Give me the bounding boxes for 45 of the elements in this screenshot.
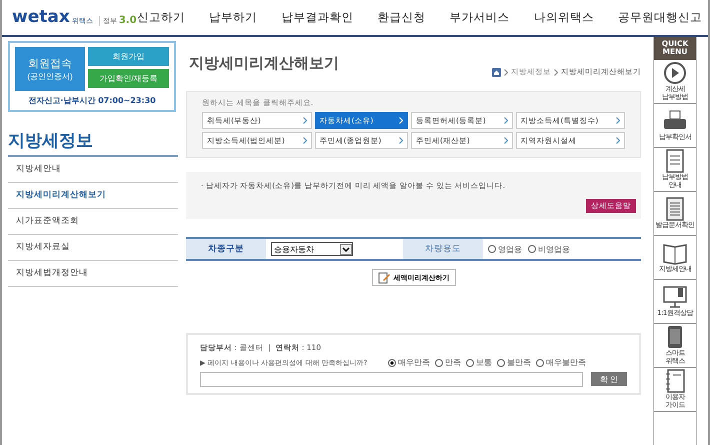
chevron-icon xyxy=(616,117,620,124)
rating-radio[interactable]: 불만족 xyxy=(497,357,532,368)
play-icon xyxy=(662,60,688,85)
usage-radio[interactable]: 영업용 xyxy=(488,244,522,254)
chevron-icon xyxy=(302,137,306,144)
nav-link[interactable]: 나의위택스 xyxy=(534,10,594,25)
form-label: 차종구분 xyxy=(186,239,266,259)
version-label: 3.0 xyxy=(118,15,137,26)
usage-radio[interactable]: 비영업용 xyxy=(528,244,570,254)
rating-radio[interactable]: 매우만족 xyxy=(388,357,430,368)
nav-link[interactable]: 납부결과확인 xyxy=(281,10,354,25)
feedback-field[interactable] xyxy=(200,372,583,387)
nav-link[interactable]: 공무원대행신고 xyxy=(618,10,702,25)
nav-link[interactable]: 환급신청 xyxy=(377,10,426,25)
chevron-icon xyxy=(302,117,306,124)
chevron-icon xyxy=(399,117,403,124)
form-label: 차량용도 xyxy=(403,239,483,259)
home-icon[interactable] xyxy=(492,68,501,76)
sidebar-item[interactable]: 지방세미리계산해보기 xyxy=(8,183,178,209)
certificate-login-button[interactable]: 회원접속 (공인인증서) xyxy=(15,47,85,91)
rating-radio[interactable]: 보통 xyxy=(466,357,492,368)
chevron-icon xyxy=(399,137,403,144)
submit-button[interactable]: 확 인 xyxy=(590,372,627,386)
edit-document-icon xyxy=(378,272,390,284)
service-hours: 전자신고·납부시간 07:00~23:30 xyxy=(27,95,157,106)
sidebar-item[interactable]: 지방세안내 xyxy=(8,157,178,183)
vehicle-type-select[interactable]: 승용자동차 xyxy=(271,242,353,256)
sidebar-item[interactable]: 지방세자료실 xyxy=(8,235,178,261)
chevron-icon xyxy=(616,137,620,144)
nav-link[interactable]: 부가서비스 xyxy=(450,10,510,25)
chevron-icon xyxy=(504,68,508,76)
monitor-icon xyxy=(662,284,688,309)
chevron-icon xyxy=(504,117,508,124)
sidebar-item[interactable]: 시가표준액조회 xyxy=(8,209,178,235)
chevron-icon xyxy=(554,68,558,76)
sidebar-item[interactable]: 지방세법개정안내 xyxy=(8,261,178,287)
nav-link[interactable]: 납부하기 xyxy=(209,10,258,25)
logo-wordmark[interactable]: wetax xyxy=(12,9,70,26)
chevron-icon xyxy=(504,137,508,144)
sidebar-title: 지방세정보 xyxy=(8,129,178,157)
nav-link[interactable]: 신고하기 xyxy=(137,10,185,25)
rating-radio[interactable]: 만족 xyxy=(435,357,462,368)
dropdown-arrow-icon xyxy=(340,244,352,254)
page-title: 지방세미리계산해보기 xyxy=(189,54,339,73)
rating-radio[interactable]: 매우불만족 xyxy=(536,357,586,368)
